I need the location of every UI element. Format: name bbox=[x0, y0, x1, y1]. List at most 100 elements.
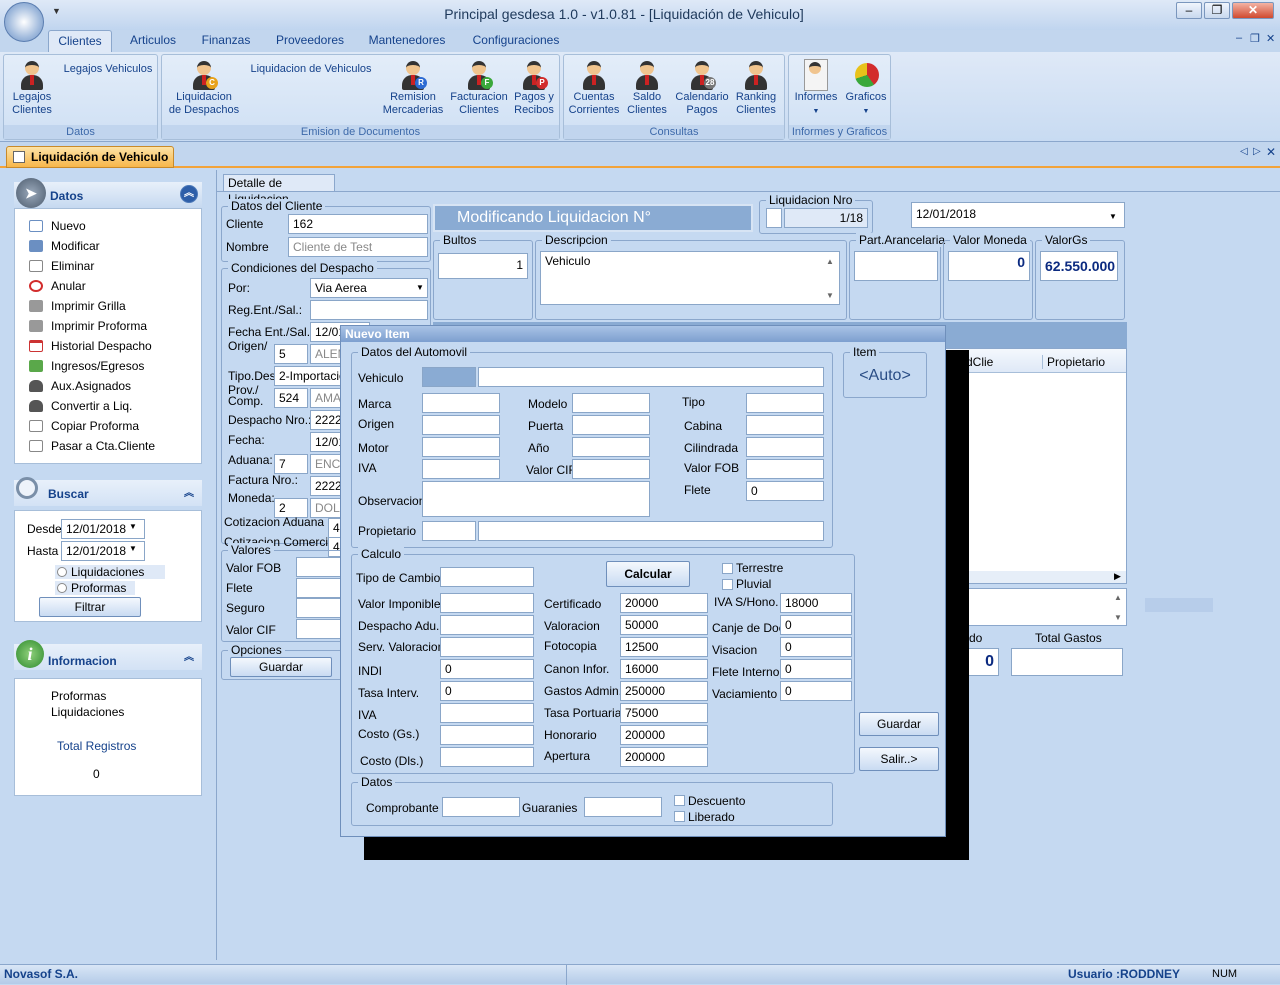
filtrar-button[interactable]: Filtrar bbox=[39, 597, 141, 617]
tab-mantenedores[interactable]: Mantenedores bbox=[362, 30, 452, 52]
pluvial-checkbox[interactable] bbox=[722, 579, 733, 590]
desde-dropdown-icon[interactable]: ▼ bbox=[129, 522, 137, 531]
liquidacion-nro-field[interactable]: 1/18 bbox=[784, 208, 868, 228]
sidebar-item-pasar-cta[interactable]: Pasar a Cta.Cliente bbox=[29, 437, 155, 455]
descripcion-field[interactable]: Vehiculo bbox=[540, 251, 840, 305]
sidebar-item-imprimir-grilla[interactable]: Imprimir Grilla bbox=[29, 297, 126, 315]
scroll-right-icon[interactable]: ▶ bbox=[1114, 571, 1121, 582]
pagos-recibos-button[interactable]: P Pagos y Recibos bbox=[510, 59, 558, 117]
iva-auto-field[interactable] bbox=[422, 459, 500, 479]
scroll-down-icon[interactable]: ▼ bbox=[826, 291, 834, 300]
radio-liquidaciones[interactable]: Liquidaciones bbox=[55, 565, 165, 579]
sidebar-item-convertir[interactable]: Convertir a Liq. bbox=[29, 397, 132, 415]
liquidacion-despachos-button[interactable]: C Liquidacion de Despachos bbox=[166, 59, 242, 117]
canje-field[interactable]: 0 bbox=[780, 615, 852, 635]
tipo-cambio-field[interactable] bbox=[440, 567, 534, 587]
datos-panel-header[interactable]: ➤ Datos ︽ bbox=[14, 178, 202, 208]
iva-calc-field[interactable] bbox=[440, 703, 534, 723]
flete-interno-field[interactable]: 0 bbox=[780, 659, 852, 679]
valor-cif-auto-field[interactable] bbox=[572, 459, 650, 479]
tab-articulos[interactable]: Articulos bbox=[122, 30, 184, 52]
gastos-admin-field[interactable]: 250000 bbox=[620, 681, 708, 701]
tab-close-icon[interactable]: ✕ bbox=[1266, 145, 1276, 159]
tab-detalle-liquidacion[interactable]: Detalle de Liquidacion bbox=[223, 174, 335, 206]
terrestre-checkbox[interactable] bbox=[722, 563, 733, 574]
calendario-pagos-button[interactable]: 28 Calendario Pagos bbox=[672, 59, 732, 117]
legajos-vehiculos-button[interactable]: Legajos Vehiculos bbox=[56, 63, 160, 76]
minimize-button[interactable]: – bbox=[1176, 2, 1202, 19]
salir-button[interactable]: Salir..> bbox=[859, 747, 939, 771]
app-orb-icon[interactable] bbox=[4, 2, 44, 42]
radio-proformas[interactable]: Proformas bbox=[55, 581, 135, 595]
comprobante-field[interactable] bbox=[442, 797, 520, 817]
informes-button[interactable]: Informes ▼ bbox=[791, 59, 841, 118]
propietario-field[interactable] bbox=[478, 521, 824, 541]
doc-tab-liquidacion[interactable]: Liquidación de Vehiculo bbox=[6, 146, 174, 168]
buscar-panel-header[interactable]: Buscar ︽ bbox=[14, 477, 202, 506]
guardar-dialog-button[interactable]: Guardar bbox=[859, 712, 939, 736]
saldo-clientes-button[interactable]: Saldo Clientes bbox=[622, 59, 672, 117]
origen-auto-field[interactable] bbox=[422, 415, 500, 435]
valor-gs-field[interactable]: 62.550.000 bbox=[1040, 251, 1118, 281]
scroll-up-icon[interactable]: ▲ bbox=[1114, 593, 1122, 602]
puerta-field[interactable] bbox=[572, 415, 650, 435]
scroll-down-icon[interactable]: ▼ bbox=[1114, 613, 1122, 622]
legajos-clientes-button[interactable]: Legajos Clientes bbox=[8, 59, 56, 117]
valoracion-field[interactable]: 50000 bbox=[620, 615, 708, 635]
collapse-icon[interactable]: ︽ bbox=[184, 484, 194, 499]
liquidacion-vehiculos-button[interactable]: Liquidacion de Vehiculos bbox=[242, 63, 380, 76]
tab-scroll-right-icon[interactable]: ▷ bbox=[1253, 146, 1261, 157]
mdi-close-icon[interactable]: ✕ bbox=[1266, 32, 1275, 45]
sidebar-item-eliminar[interactable]: Eliminar bbox=[29, 257, 94, 275]
guardar-main-button[interactable]: Guardar bbox=[230, 657, 332, 677]
marca-field[interactable] bbox=[422, 393, 500, 413]
tasa-interv-field[interactable]: 0 bbox=[440, 681, 534, 701]
observacion-field[interactable] bbox=[422, 481, 650, 517]
tab-proveedores[interactable]: Proveedores bbox=[270, 30, 350, 52]
valor-imponible-field[interactable] bbox=[440, 593, 534, 613]
tasa-portuaria-field[interactable]: 75000 bbox=[620, 703, 708, 723]
sidebar-item-aux-asignados[interactable]: Aux.Asignados bbox=[29, 377, 131, 395]
costo-gs-field[interactable] bbox=[440, 725, 534, 745]
ranking-clientes-button[interactable]: Ranking Clientes bbox=[730, 59, 782, 117]
fecha-liquidacion-field[interactable]: 12/01/2018 bbox=[911, 202, 1125, 228]
liquidacion-prefix-field[interactable] bbox=[766, 208, 782, 228]
sidebar-item-ingresos-egresos[interactable]: Ingresos/Egresos bbox=[29, 357, 144, 375]
reg-field[interactable] bbox=[310, 300, 428, 320]
canon-field[interactable]: 16000 bbox=[620, 659, 708, 679]
por-select[interactable]: Via Aerea bbox=[310, 278, 428, 298]
grid-col-clie[interactable]: dClie bbox=[966, 355, 993, 369]
vehiculo-field[interactable] bbox=[478, 367, 824, 387]
graficos-button[interactable]: Graficos ▼ bbox=[841, 59, 891, 118]
tab-scroll-left-icon[interactable]: ◁ bbox=[1240, 146, 1248, 157]
hasta-dropdown-icon[interactable]: ▼ bbox=[129, 544, 137, 553]
mdi-restore-icon[interactable]: ❐ bbox=[1250, 32, 1260, 45]
tab-configuraciones[interactable]: Configuraciones bbox=[466, 30, 566, 52]
valor-moneda-field[interactable]: 0 bbox=[948, 251, 1030, 281]
fecha-dropdown-icon[interactable]: ▼ bbox=[1109, 212, 1117, 221]
iva-hono-field[interactable]: 18000 bbox=[780, 593, 852, 613]
bultos-field[interactable]: 1 bbox=[438, 253, 528, 279]
tipo-field[interactable] bbox=[746, 393, 824, 413]
restore-button[interactable]: ❐ bbox=[1204, 2, 1230, 19]
descuento-checkbox[interactable] bbox=[674, 795, 685, 806]
guaranies-field[interactable] bbox=[584, 797, 662, 817]
honorario-field[interactable]: 200000 bbox=[620, 725, 708, 745]
total-gastos-field[interactable] bbox=[1011, 648, 1123, 676]
despacho-adu-field[interactable] bbox=[440, 615, 534, 635]
mdi-minimize-icon[interactable]: – bbox=[1236, 32, 1242, 44]
facturacion-clientes-button[interactable]: F Facturacion Clientes bbox=[448, 59, 510, 117]
certificado-field[interactable]: 20000 bbox=[620, 593, 708, 613]
tab-finanzas[interactable]: Finanzas bbox=[196, 30, 256, 52]
informacion-panel-header[interactable]: i Informacion ︽ bbox=[14, 640, 202, 670]
valor-fob-auto-field[interactable] bbox=[746, 459, 824, 479]
fotocopia-field[interactable]: 12500 bbox=[620, 637, 708, 657]
grid-col-propietario[interactable]: Propietario bbox=[1042, 355, 1105, 369]
sidebar-item-anular[interactable]: Anular bbox=[29, 277, 86, 295]
propietario-code-field[interactable] bbox=[422, 521, 476, 541]
cuentas-corrientes-button[interactable]: Cuentas Corrientes bbox=[566, 59, 622, 117]
vaciamiento-field[interactable]: 0 bbox=[780, 681, 852, 701]
costo-dls-field[interactable] bbox=[440, 747, 534, 767]
sidebar-item-nuevo[interactable]: Nuevo bbox=[29, 217, 86, 235]
anio-field[interactable] bbox=[572, 437, 650, 457]
